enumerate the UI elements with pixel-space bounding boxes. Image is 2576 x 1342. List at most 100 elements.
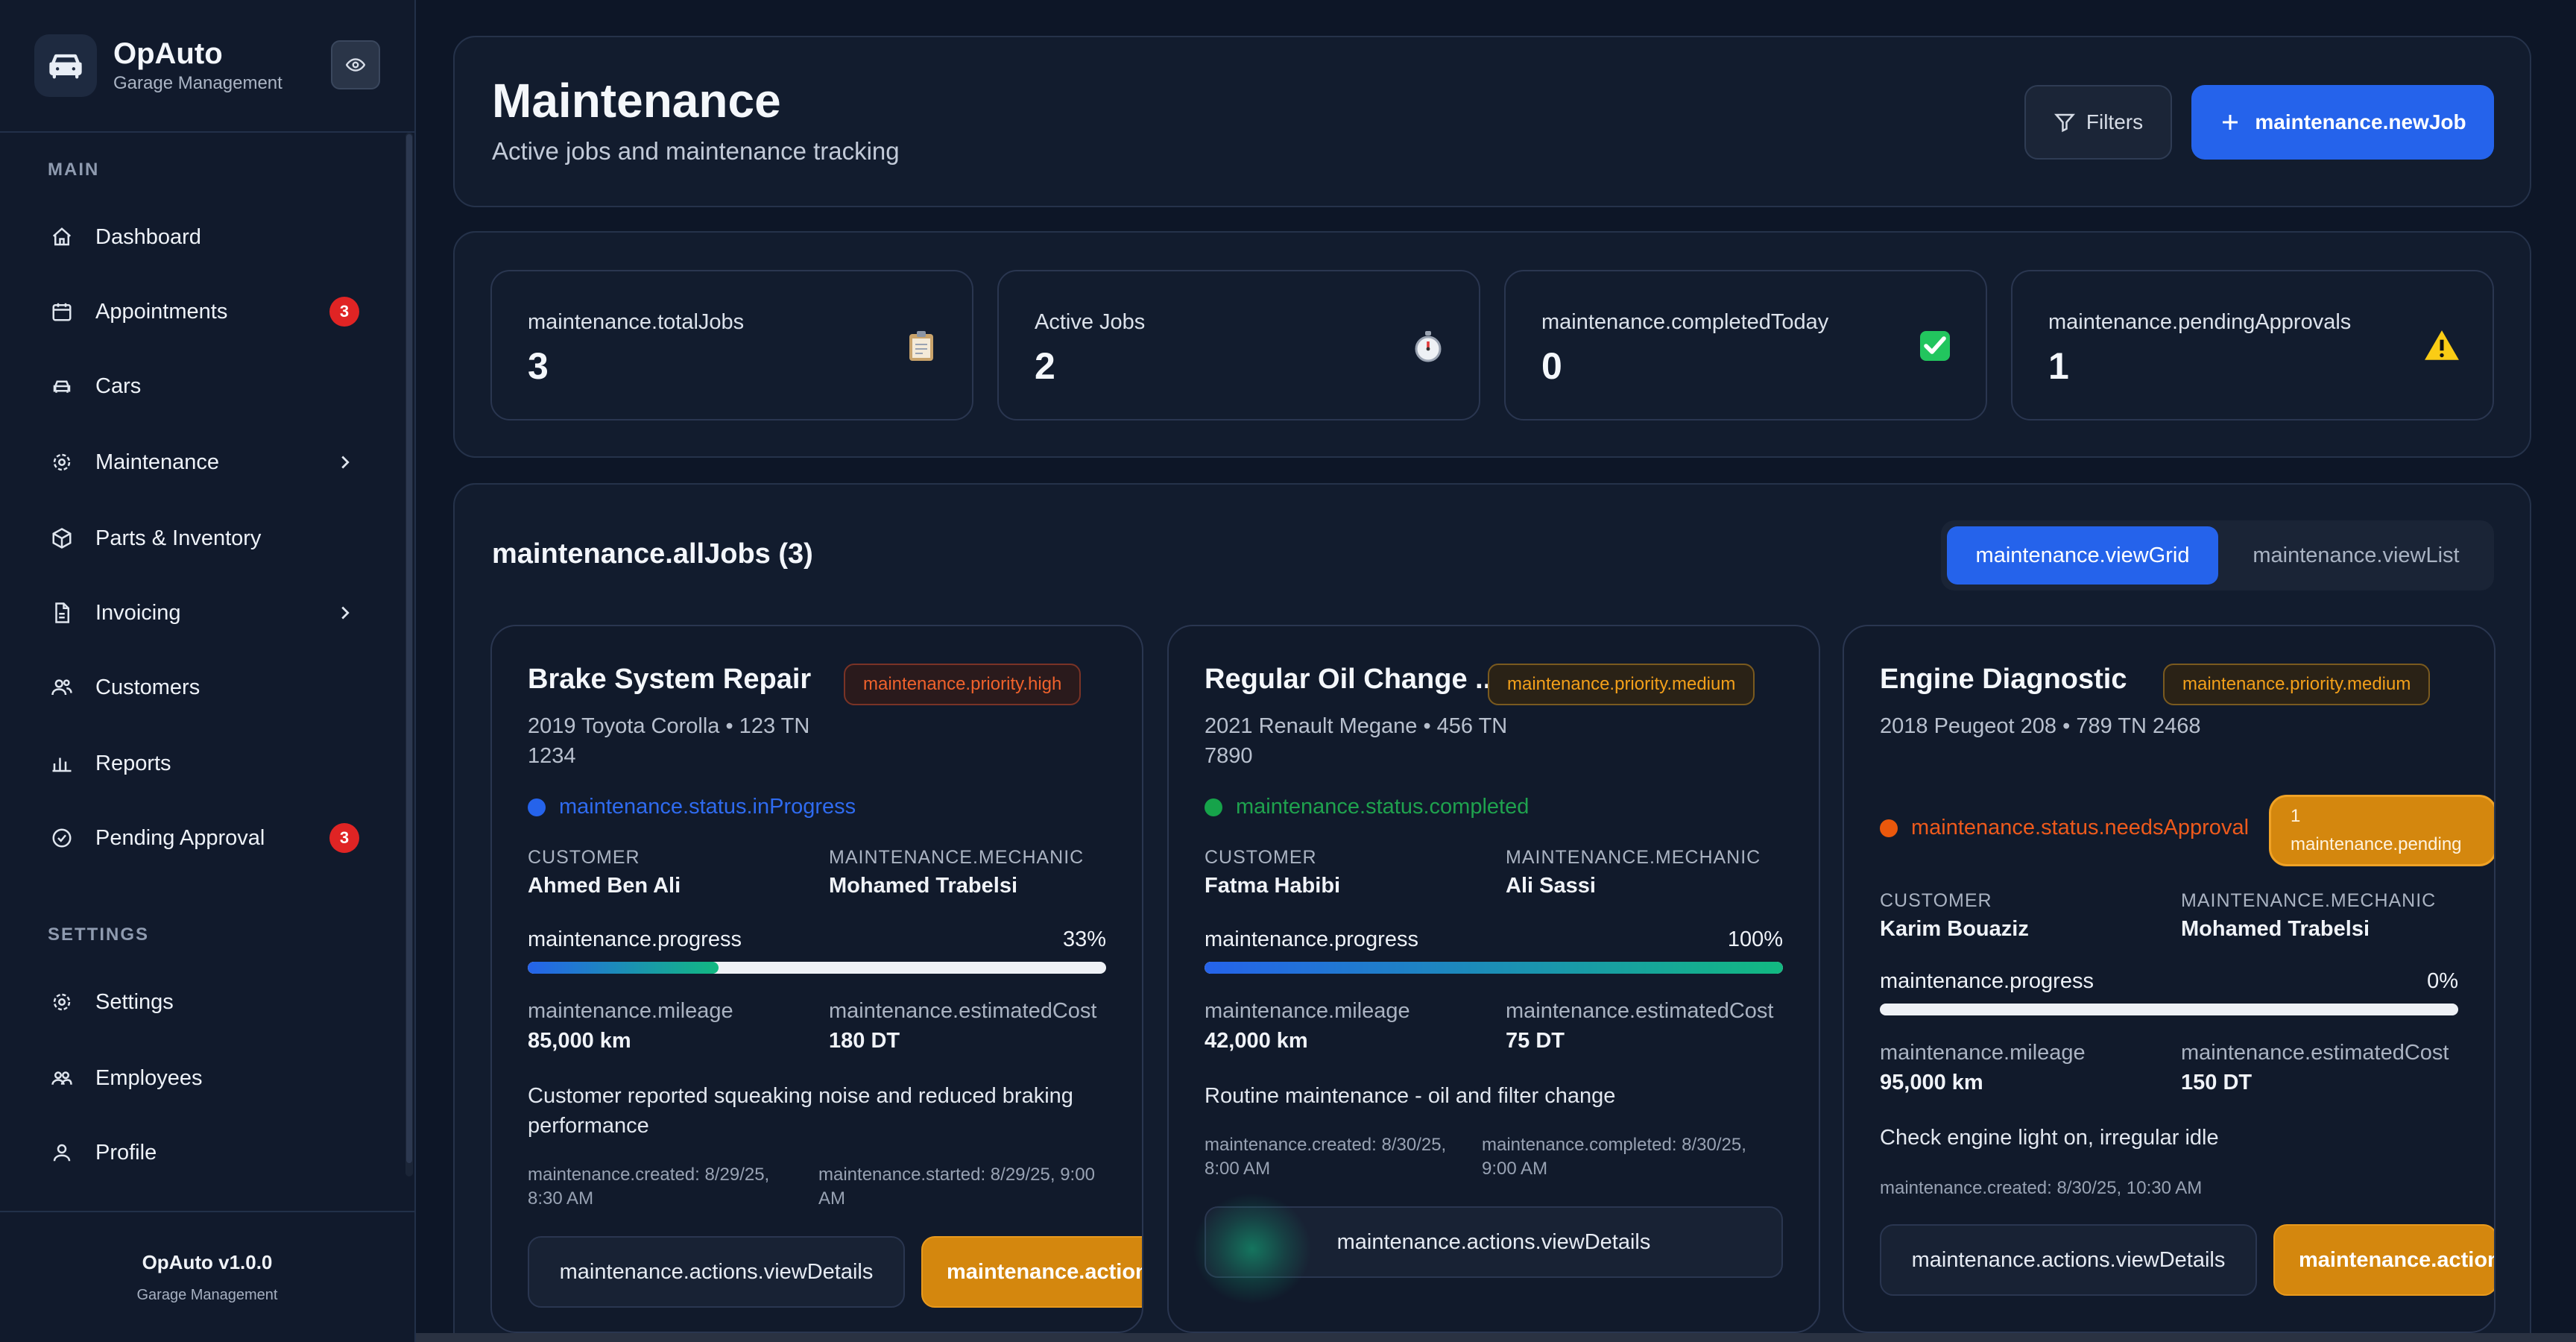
started-timestamp: maintenance.started: 8/29/25, 9:00 AM xyxy=(818,1165,1095,1209)
vehicle-info: 2019 Toyota Corolla • 123 TN 1234 xyxy=(528,714,810,768)
cost-value: 75 DT xyxy=(1506,1029,1565,1053)
brand-subtitle: Garage Management xyxy=(113,73,282,93)
cost-label: maintenance.estimatedCost xyxy=(829,999,1097,1023)
job-card-oil-change: Regular Oil Change ... maintenance.prior… xyxy=(1167,625,1820,1333)
stat-value: 1 xyxy=(2048,345,2069,387)
mileage-label: maintenance.mileage xyxy=(1205,999,1410,1023)
new-job-button[interactable]: maintenance.newJob xyxy=(2191,85,2494,160)
document-icon xyxy=(49,600,75,626)
mechanic-name: Mohamed Trabelsi xyxy=(2181,917,2370,941)
sidebar-item-label: Appointments xyxy=(95,299,228,324)
view-details-button[interactable]: maintenance.actions.viewDetails xyxy=(1880,1224,2257,1296)
progress-bar xyxy=(1205,962,1783,974)
sidebar-item-maintenance[interactable]: Maintenance xyxy=(30,431,376,494)
brand-name: OpAuto xyxy=(113,37,223,70)
job-card-brake-repair: Brake System Repair maintenance.priority… xyxy=(490,625,1143,1333)
bar-chart-icon xyxy=(49,751,75,776)
sidebar-item-invoicing[interactable]: Invoicing xyxy=(30,582,376,644)
sidebar-item-label: Employees xyxy=(95,1065,203,1090)
stat-card-pending-approvals: maintenance.pendingApprovals 1 xyxy=(2011,270,2494,420)
mileage-label: maintenance.mileage xyxy=(528,999,733,1023)
progress-bar xyxy=(528,962,1106,974)
check-circle-icon xyxy=(49,825,75,851)
customer-name: Karim Bouaziz xyxy=(1880,917,2029,941)
view-list-button[interactable]: maintenance.viewList xyxy=(2224,526,2488,585)
sidebar-item-parts-inventory[interactable]: Parts & Inventory xyxy=(30,507,376,570)
customer-label: CUSTOMER xyxy=(528,847,640,868)
status-text: maintenance.status.needsApproval xyxy=(1911,816,2250,839)
status-indicator: maintenance.status.completed xyxy=(1205,795,1529,819)
progress-percent: 100% xyxy=(1727,927,1783,951)
nav-section-main: MAIN xyxy=(48,160,100,180)
pending-count: 1 xyxy=(2291,806,2301,826)
edit-button[interactable]: maintenance.actions.edit xyxy=(2273,1224,2494,1296)
sidebar-item-label: Cars xyxy=(95,374,142,398)
stat-label: maintenance.totalJobs xyxy=(528,310,745,334)
view-details-button[interactable]: maintenance.actions.viewDetails xyxy=(1205,1206,1783,1278)
customer-label: CUSTOMER xyxy=(1205,847,1317,868)
gear-icon xyxy=(49,989,75,1015)
footer-subtitle: Garage Management xyxy=(136,1287,278,1303)
stat-label: Active Jobs xyxy=(1035,310,1146,334)
progress-label: maintenance.progress xyxy=(1880,969,2094,993)
progress-label: maintenance.progress xyxy=(528,927,742,951)
status-text: maintenance.status.completed xyxy=(1236,795,1530,819)
sidebar-item-customers[interactable]: Customers xyxy=(30,656,376,719)
job-title: Engine Diagnostic xyxy=(1880,664,2127,695)
status-indicator: maintenance.status.needsApproval xyxy=(1880,816,2249,840)
plus-icon xyxy=(2219,111,2241,133)
mechanic-label: MAINTENANCE.MECHANIC xyxy=(829,847,1085,868)
page-subtitle: Active jobs and maintenance tracking xyxy=(492,137,900,165)
view-details-button[interactable]: maintenance.actions.viewDetails xyxy=(528,1236,905,1308)
chevron-right-icon xyxy=(334,602,356,624)
stat-label: maintenance.pendingApprovals xyxy=(2048,310,2352,334)
sidebar-item-appointments[interactable]: Appointments 3 xyxy=(30,280,376,343)
box-icon xyxy=(49,526,75,551)
edit-button[interactable]: maintenance.actions.edit xyxy=(921,1236,1142,1308)
job-title: Regular Oil Change ... xyxy=(1205,664,1499,695)
sidebar-item-label: Dashboard xyxy=(95,224,201,249)
app-version: OpAuto v1.0.0 xyxy=(142,1251,273,1273)
filters-button[interactable]: Filters xyxy=(2024,85,2172,160)
sidebar-item-label: Reports xyxy=(95,751,171,775)
sidebar-item-label: Customers xyxy=(95,675,201,699)
view-grid-button[interactable]: maintenance.viewGrid xyxy=(1947,526,2218,585)
sidebar-item-cars[interactable]: Cars xyxy=(30,355,376,418)
users-icon xyxy=(49,1065,75,1091)
stat-value: 2 xyxy=(1035,345,1055,387)
job-card-engine-diagnostic: Engine Diagnostic maintenance.priority.m… xyxy=(1843,625,2496,1333)
vehicle-info: 2018 Peugeot 208 • 789 TN 2468 xyxy=(1880,714,2201,738)
sidebar-item-dashboard[interactable]: Dashboard xyxy=(30,206,376,268)
users-icon xyxy=(49,675,75,700)
status-dot-icon xyxy=(1205,798,1222,816)
created-timestamp: maintenance.created: 8/30/25, 10:30 AM xyxy=(1880,1178,2203,1198)
progress-percent: 33% xyxy=(1062,927,1106,951)
notification-badge: 3 xyxy=(329,297,359,327)
sidebar-item-label: Settings xyxy=(95,989,174,1014)
sidebar-scroll-thumb[interactable] xyxy=(406,134,412,1163)
pending-label: maintenance.pending xyxy=(2291,834,2462,854)
jobs-section-title: maintenance.allJobs (3) xyxy=(492,538,813,570)
sidebar-item-reports[interactable]: Reports xyxy=(30,732,376,795)
sidebar-item-profile[interactable]: Profile xyxy=(30,1121,376,1184)
customer-name: Fatma Habibi xyxy=(1205,874,1341,898)
chevron-right-icon xyxy=(334,451,356,473)
stopwatch-icon xyxy=(1409,327,1448,365)
page-title: Maintenance xyxy=(492,74,781,127)
page-horizontal-scrollbar[interactable] xyxy=(416,1333,2576,1342)
vehicle-info: 2021 Renault Megane • 456 TN 7890 xyxy=(1205,714,1508,768)
sidebar-item-employees[interactable]: Employees xyxy=(30,1047,376,1109)
brand-header: OpAuto Garage Management xyxy=(0,0,414,133)
view-toggle: maintenance.viewGrid maintenance.viewLis… xyxy=(1941,520,2494,590)
cost-label: maintenance.estimatedCost xyxy=(1506,999,1774,1023)
mechanic-label: MAINTENANCE.MECHANIC xyxy=(2181,890,2437,911)
user-icon xyxy=(49,1140,75,1165)
eye-toggle-button[interactable] xyxy=(331,40,380,89)
sidebar-item-settings[interactable]: Settings xyxy=(30,971,376,1033)
calendar-icon xyxy=(49,299,75,324)
status-dot-icon xyxy=(1880,819,1898,837)
progress-fill xyxy=(528,962,719,974)
sidebar-item-label: Profile xyxy=(95,1140,157,1165)
sidebar-item-pending-approval[interactable]: Pending Approval 3 xyxy=(30,807,376,869)
stat-label: maintenance.completedToday xyxy=(1541,310,1829,334)
